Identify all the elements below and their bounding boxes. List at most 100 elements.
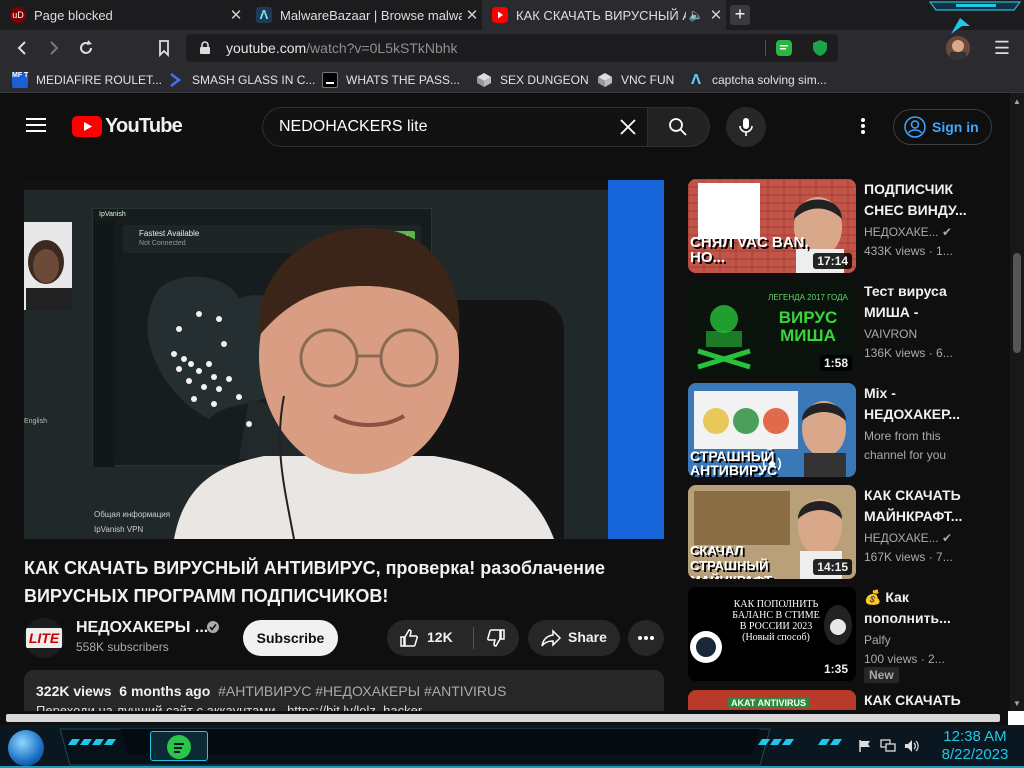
- scroll-up-icon[interactable]: ▲: [1013, 97, 1021, 106]
- chat-app-icon: [167, 735, 191, 759]
- taskbar: 12:38 AM 8/22/2023: [0, 725, 1024, 768]
- video-title: КАК СКАЧАТЬ МАЙНКРАФТ...: [864, 487, 963, 524]
- navigation-bar: youtube.com/watch?v=0L5kSTkNbhk ☰: [0, 18, 1024, 66]
- video-thumbnail: СНЯЛ VAC BAN, НО... 17:14: [688, 179, 856, 273]
- video-meta: НЕДОХАКЕ... ✔ 167K views · 7...: [864, 531, 953, 564]
- voice-search-button[interactable]: [726, 107, 766, 147]
- list-item[interactable]: ЛЕГЕНДА 2017 ГОДА ВИРУС МИША 1:58 Тест в…: [688, 281, 1008, 375]
- list-item[interactable]: AKAT ANTIVIRUS КАК СКАЧАТЬ: [688, 690, 1008, 710]
- live-broadcast-icon: [760, 455, 784, 473]
- bookmark-label: SMASH GLASS IN C...: [192, 73, 316, 87]
- page-scrollbar[interactable]: ▲ ▼: [1010, 93, 1024, 713]
- description-box[interactable]: 322K views 6 months ago #АНТИВИРУС #НЕДО…: [24, 670, 664, 712]
- list-item[interactable]: СТРАШНЫЙ АНТИВИРУС Mix - НЕДОХАКЕР... Mor…: [688, 383, 1008, 477]
- scrollbar-thumb[interactable]: [1013, 253, 1021, 353]
- back-button[interactable]: [12, 38, 32, 58]
- tab-title: MalwareBazaar | Browse malware s: [280, 7, 462, 23]
- bookmark-item[interactable]: SMASH GLASS IN C...: [168, 70, 315, 90]
- video-title: 💰 Как пополнить...: [864, 589, 951, 626]
- horizontal-scrollbar[interactable]: [0, 711, 1024, 725]
- bookmark-icon[interactable]: [154, 38, 174, 58]
- speaker-icon[interactable]: 🔈: [686, 8, 706, 22]
- channel-avatar-text: LITE: [26, 628, 62, 648]
- sign-in-button[interactable]: Sign in: [893, 109, 992, 145]
- cube-icon: [476, 72, 492, 88]
- menu-icon[interactable]: ☰: [992, 38, 1012, 58]
- clock-date: 8/22/2023: [941, 746, 1009, 763]
- search-input[interactable]: [279, 118, 609, 136]
- close-icon[interactable]: ✕: [462, 6, 482, 24]
- address-bar[interactable]: youtube.com/watch?v=0L5kSTkNbhk: [186, 34, 838, 62]
- search-button[interactable]: [648, 107, 710, 147]
- bookmark-item[interactable]: Λ captcha solving sim...: [688, 70, 827, 90]
- description-meta: 322K views 6 months ago #АНТИВИРУС #НЕДО…: [36, 683, 506, 699]
- bookmark-label: MEDIAFIRE ROULET...: [36, 73, 163, 87]
- list-item[interactable]: СНЯЛ VAC BAN, НО... 17:14 ПОДПИСЧИК СНЕС …: [688, 179, 1008, 273]
- extension-chat-icon[interactable]: [776, 40, 792, 56]
- bookmark-item[interactable]: WHATS THE PASS...: [322, 70, 460, 90]
- dislike-button[interactable]: [474, 620, 519, 656]
- clear-search-icon[interactable]: [619, 118, 637, 136]
- terminal-icon: [322, 72, 338, 88]
- share-button[interactable]: Share: [528, 620, 620, 656]
- captcha-icon: Λ: [690, 71, 701, 88]
- share-label: Share: [568, 629, 607, 645]
- hamburger-menu-icon[interactable]: [26, 117, 46, 133]
- thumbnail-text: ВИРУС МИША: [778, 308, 838, 345]
- subscribe-button[interactable]: Subscribe: [243, 620, 338, 656]
- youtube-icon: [492, 7, 508, 23]
- vpn-sidebar: [93, 221, 115, 467]
- tab-malwarebazaar[interactable]: Λ MalwareBazaar | Browse malware s ✕: [246, 0, 482, 30]
- bookmark-item[interactable]: MF T MEDIAFIRE ROULET...: [12, 70, 162, 90]
- bookmark-item[interactable]: SEX DUNGEON: [476, 70, 589, 90]
- thumbnail-text: СТРАШНЫЙ АНТИВИРУС: [690, 448, 777, 477]
- like-button[interactable]: 12K: [387, 620, 473, 656]
- more-options-icon[interactable]: [860, 117, 866, 135]
- youtube-logo[interactable]: YouTube: [72, 115, 183, 137]
- video-meta: VAIVRON 136K views · 6...: [864, 327, 953, 360]
- malwarebazaar-icon: Λ: [256, 7, 272, 23]
- subscriber-count: 558K subscribers: [76, 640, 169, 654]
- share-icon: [541, 629, 562, 647]
- thumbnail-text: ЛЕГЕНДА 2017 ГОДА: [768, 293, 848, 302]
- new-tab-button[interactable]: +: [730, 5, 750, 25]
- video-text: English: [24, 418, 47, 425]
- profile-avatar[interactable]: [946, 36, 970, 60]
- channel-avatar[interactable]: LITE: [24, 618, 64, 658]
- search-icon: [669, 118, 687, 136]
- reload-button[interactable]: [76, 38, 96, 58]
- forward-button[interactable]: [44, 38, 64, 58]
- close-icon[interactable]: ✕: [226, 6, 246, 24]
- window-decoration: [926, 0, 1024, 14]
- video-text: Общая информация: [94, 510, 171, 519]
- verified-icon: ✔: [941, 225, 953, 239]
- hashtags[interactable]: #АНТИВИРУС #НЕДОХАКЕРЫ #ANTIVIRUS: [218, 683, 506, 699]
- video-title: КАК СКАЧАТЬ: [864, 692, 961, 708]
- divider: [765, 40, 766, 56]
- tab-title: КАК СКАЧАТЬ ВИРУСНЫЙ АН: [516, 7, 686, 23]
- like-dislike-group: 12K: [387, 620, 519, 656]
- volume-icon[interactable]: [904, 739, 920, 753]
- lock-icon[interactable]: [198, 41, 212, 55]
- scrollbar-thumb[interactable]: [6, 714, 1000, 722]
- bookmark-item[interactable]: VNC FUN: [597, 70, 674, 90]
- video-title: КАК СКАЧАТЬ ВИРУСНЫЙ АНТИВИРУС, проверка…: [24, 558, 606, 606]
- more-actions-button[interactable]: [628, 620, 664, 656]
- scroll-down-icon[interactable]: ▼: [1013, 699, 1021, 708]
- list-item[interactable]: СКАЧАЛ СТРАШНЫЙ МАЙНКРАФТ 14:15 КАК СКАЧ…: [688, 485, 1008, 579]
- shield-icon[interactable]: [812, 39, 828, 57]
- close-icon[interactable]: ✕: [706, 6, 726, 24]
- taskbar-app-button[interactable]: [150, 731, 208, 761]
- start-button[interactable]: [8, 730, 44, 766]
- scrollbar-corner: [1008, 711, 1024, 725]
- tab-page-blocked[interactable]: uD Page blocked ✕: [0, 0, 246, 30]
- video-player[interactable]: IpVanish Fastest Available Not Connected…: [24, 180, 664, 539]
- tab-youtube[interactable]: КАК СКАЧАТЬ ВИРУСНЫЙ АН 🔈 ✕: [482, 0, 726, 30]
- network-icon[interactable]: [880, 739, 896, 753]
- clock[interactable]: 12:38 AM 8/22/2023: [930, 728, 1020, 764]
- channel-name[interactable]: НЕДОХАКЕРЫ ...: [76, 619, 208, 637]
- video-meta: More from this channel for you: [864, 429, 947, 462]
- url-text[interactable]: youtube.com/watch?v=0L5kSTkNbhk: [226, 40, 458, 56]
- list-item[interactable]: КАК ПОПОЛНИТЬ БАЛАНС В СТИМЕ В РОССИИ 20…: [688, 587, 1008, 683]
- flag-icon[interactable]: [858, 739, 872, 753]
